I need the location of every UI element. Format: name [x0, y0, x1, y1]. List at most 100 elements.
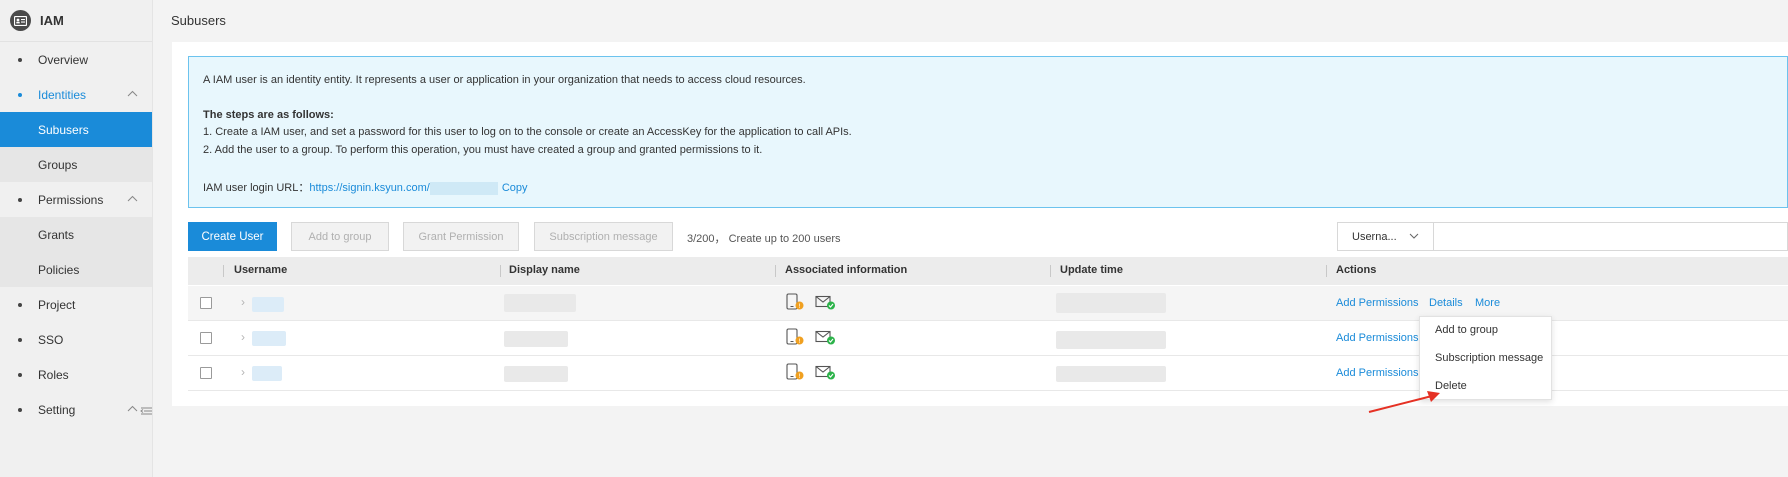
bullet-icon — [18, 197, 22, 202]
sidebar-nav: Overview Identities Subusers Groups Perm… — [0, 42, 152, 427]
svg-text:!: ! — [798, 373, 800, 380]
create-user-button[interactable]: Create User — [188, 222, 277, 251]
sidebar-item-label: Overview — [38, 52, 89, 67]
sidebar-item-permissions[interactable]: Permissions — [0, 182, 152, 217]
sidebar-item-roles[interactable]: Roles — [0, 357, 152, 392]
phone-warning-icon: ! — [786, 363, 804, 380]
more-actions-menu: Add to group Subscription message Delete — [1419, 316, 1552, 400]
phone-warning-icon: ! — [786, 293, 804, 310]
more-link[interactable]: More — [1475, 297, 1500, 309]
sidebar-item-subusers[interactable]: Subusers — [0, 112, 152, 147]
login-url-link[interactable]: https://signin.ksyun.com/ — [309, 182, 429, 194]
email-verified-icon — [815, 365, 835, 379]
row-checkbox[interactable] — [200, 367, 212, 379]
sidebar: IAM Overview Identities Subusers Groups … — [0, 0, 153, 477]
column-divider — [1326, 265, 1327, 277]
column-header-update-time[interactable]: Update time — [1060, 264, 1123, 276]
info-step-1: 1. Create a IAM user, and set a password… — [203, 126, 852, 138]
column-header-associated-information[interactable]: Associated information — [785, 264, 907, 276]
redacted-update-time — [1056, 293, 1166, 313]
search-input[interactable] — [1433, 222, 1788, 251]
expand-row-icon[interactable]: › — [241, 295, 245, 309]
svg-text:!: ! — [798, 303, 800, 310]
info-step-2: 2. Add the user to a group. To perform t… — [203, 144, 763, 156]
row-checkbox[interactable] — [200, 332, 212, 344]
filter-field-select[interactable]: Userna... — [1337, 222, 1434, 251]
chevron-up-icon — [127, 405, 138, 412]
bullet-icon — [18, 302, 22, 307]
associated-info-icons: ! — [786, 293, 836, 311]
column-header-display-name[interactable]: Display name — [509, 264, 580, 276]
associated-info-icons: ! — [786, 363, 836, 381]
bullet-icon — [18, 407, 22, 412]
chevron-up-icon — [127, 90, 138, 97]
bullet-icon — [18, 57, 22, 62]
row-checkbox[interactable] — [200, 297, 212, 309]
filter-select-value: Userna... — [1352, 230, 1397, 243]
chevron-down-icon — [1409, 233, 1419, 239]
sidebar-item-policies[interactable]: Policies — [0, 252, 152, 287]
redacted-update-time — [1056, 331, 1166, 349]
login-url-row: IAM user login URL：https://signin.ksyun.… — [203, 179, 528, 195]
svg-text:!: ! — [798, 338, 800, 345]
iam-logo-icon — [10, 10, 31, 31]
email-verified-icon — [815, 295, 835, 309]
annotation-arrow-icon — [1368, 391, 1440, 413]
sidebar-item-setting[interactable]: Setting — [0, 392, 152, 427]
sidebar-item-grants[interactable]: Grants — [0, 217, 152, 252]
copy-link[interactable]: Copy — [502, 182, 528, 194]
phone-warning-icon: ! — [786, 328, 804, 345]
sidebar-item-overview[interactable]: Overview — [0, 42, 152, 77]
redacted-account — [429, 181, 498, 195]
chevron-up-icon — [127, 195, 138, 202]
sidebar-item-label: Permissions — [38, 192, 104, 207]
add-permissions-link[interactable]: Add Permissions — [1336, 332, 1419, 344]
brand-title: IAM — [40, 13, 64, 28]
subscription-message-button[interactable]: Subscription message — [534, 222, 673, 251]
collapse-sidebar-icon[interactable] — [139, 404, 153, 418]
redacted-username — [252, 331, 286, 346]
sidebar-item-label: Identities — [38, 87, 87, 102]
column-divider — [775, 265, 776, 277]
sidebar-item-identities[interactable]: Identities — [0, 77, 152, 112]
info-banner: A IAM user is an identity entity. It rep… — [188, 56, 1788, 208]
bullet-icon — [18, 337, 22, 342]
sidebar-item-label: Policies — [38, 262, 80, 277]
add-permissions-link[interactable]: Add Permissions — [1336, 297, 1419, 309]
redacted-display-name — [504, 366, 568, 382]
menu-item-subscription-message[interactable]: Subscription message — [1435, 352, 1543, 364]
add-to-group-button[interactable]: Add to group — [291, 222, 389, 251]
grant-permission-button[interactable]: Grant Permission — [403, 222, 519, 251]
redacted-username — [252, 297, 284, 312]
details-link[interactable]: Details — [1429, 297, 1463, 309]
sidebar-item-label: Project — [38, 297, 76, 312]
column-divider — [1050, 265, 1051, 277]
column-divider — [223, 265, 224, 277]
info-intro: A IAM user is an identity entity. It rep… — [203, 74, 806, 86]
add-permissions-link[interactable]: Add Permissions — [1336, 367, 1419, 379]
redacted-display-name — [504, 294, 576, 312]
sidebar-item-label: Groups — [38, 157, 78, 172]
expand-row-icon[interactable]: › — [241, 365, 245, 379]
login-url-label: IAM user login URL： — [203, 182, 310, 194]
bullet-icon — [18, 372, 22, 377]
expand-row-icon[interactable]: › — [241, 330, 245, 344]
column-header-actions: Actions — [1336, 264, 1377, 276]
sidebar-item-groups[interactable]: Groups — [0, 147, 152, 182]
column-header-username[interactable]: Username — [234, 264, 287, 276]
column-divider — [500, 265, 501, 277]
sidebar-item-project[interactable]: Project — [0, 287, 152, 322]
sidebar-item-label: Setting — [38, 402, 76, 417]
associated-info-icons: ! — [786, 328, 836, 346]
user-quota-text: 3/200， Create up to 200 users — [687, 233, 841, 245]
menu-item-add-to-group[interactable]: Add to group — [1435, 324, 1498, 336]
page-title: Subusers — [171, 13, 226, 28]
email-verified-icon — [815, 330, 835, 344]
table-header: Username Display name Associated informa… — [188, 257, 1788, 285]
bullet-icon — [18, 92, 22, 97]
sidebar-item-label: Subusers — [38, 122, 89, 137]
sidebar-item-label: SSO — [38, 332, 64, 347]
brand-header: IAM — [0, 0, 152, 42]
sidebar-item-sso[interactable]: SSO — [0, 322, 152, 357]
redacted-username — [252, 366, 282, 381]
